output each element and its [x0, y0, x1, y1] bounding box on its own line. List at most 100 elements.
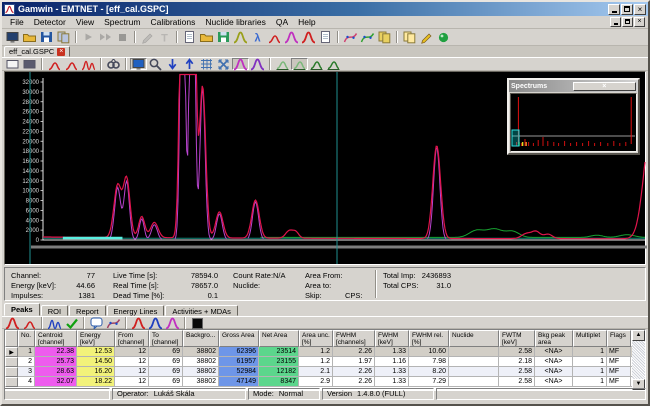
baseline-1-icon[interactable] [274, 58, 291, 70]
child-restore-button[interactable] [622, 17, 633, 27]
table-cell[interactable]: 69 [149, 347, 183, 357]
table-scrollbar[interactable]: ▲ ▼ [632, 330, 645, 390]
tab-activities-mdas[interactable]: Activities + MDAs [165, 305, 238, 316]
peak-fill-icon[interactable] [232, 58, 249, 70]
table-cell[interactable]: MF [607, 347, 631, 357]
menu-calibrations[interactable]: Calibrations [145, 16, 200, 28]
column-header[interactable]: FWTM [keV] [499, 330, 535, 347]
color-box-icon[interactable] [189, 317, 206, 329]
table-cell[interactable]: 38802 [183, 357, 219, 367]
column-header[interactable]: From [channel] [115, 330, 149, 347]
table-cell[interactable]: 22.38 [35, 347, 77, 357]
report-icon[interactable] [317, 30, 334, 45]
tab-roi[interactable]: ROI [41, 305, 68, 316]
column-header[interactable]: Gross Area [219, 330, 259, 347]
table-cell[interactable]: 2.58 [499, 367, 535, 377]
table-cell[interactable]: 8.20 [409, 367, 449, 377]
menu-qa[interactable]: QA [271, 16, 293, 28]
document-tab[interactable]: eff_cal.GSPC × [4, 46, 70, 57]
save-icon[interactable] [38, 30, 55, 45]
copy-icon[interactable] [401, 30, 418, 45]
peak-blue-icon[interactable] [147, 317, 164, 329]
search-binoculars-icon[interactable] [105, 58, 122, 70]
table-cell[interactable]: 69 [149, 357, 183, 367]
table-cell[interactable]: 38802 [183, 367, 219, 377]
table-cell[interactable]: 1 [573, 367, 607, 377]
peak-remove-icon[interactable] [21, 317, 38, 329]
table-cell[interactable]: 12182 [259, 367, 299, 377]
window-normal-icon[interactable] [4, 58, 21, 70]
menu-view[interactable]: View [71, 16, 99, 28]
table-cell[interactable]: 2.18 [499, 357, 535, 367]
table-cell[interactable]: 28.63 [35, 367, 77, 377]
calibration-copy-icon[interactable] [376, 30, 393, 45]
table-cell[interactable]: 1.2 [299, 347, 333, 357]
table-cell[interactable]: 12 [115, 357, 149, 367]
table-cell[interactable]: 61957 [219, 357, 259, 367]
menu-nuclide-libraries[interactable]: Nuclide libraries [200, 16, 270, 28]
peak-delete-icon[interactable] [63, 58, 80, 70]
scale-up-icon[interactable] [181, 58, 198, 70]
peak-add-icon[interactable] [46, 58, 63, 70]
table-cell[interactable]: 1.97 [333, 357, 375, 367]
edit-icon[interactable] [418, 30, 435, 45]
child-close-button[interactable]: × [634, 17, 645, 27]
menu-file[interactable]: File [5, 16, 29, 28]
scale-down-icon[interactable] [164, 58, 181, 70]
expand-x-icon[interactable] [215, 58, 232, 70]
table-cell[interactable]: 1 [573, 347, 607, 357]
column-header[interactable]: Backgro... [183, 330, 219, 347]
column-header[interactable]: Flags [607, 330, 631, 347]
table-cell[interactable]: <NA> [535, 357, 573, 367]
table-cell[interactable]: 2.58 [499, 347, 535, 357]
table-cell[interactable]: MF [607, 367, 631, 377]
detector-connect-icon[interactable] [4, 30, 21, 45]
column-header[interactable]: Area unc. [%] [299, 330, 333, 347]
table-cell[interactable]: 12 [115, 347, 149, 357]
column-header[interactable]: Net Area [259, 330, 299, 347]
save-spectrum-icon[interactable] [215, 30, 232, 45]
close-button[interactable]: × [634, 4, 646, 15]
column-header[interactable]: Centroid [channel] [35, 330, 77, 347]
open-folder-icon[interactable] [21, 30, 38, 45]
nuclide-id-icon[interactable]: λ [249, 30, 266, 45]
table-cell[interactable]: 1.33 [375, 347, 409, 357]
open-spectrum-icon[interactable] [198, 30, 215, 45]
column-header[interactable]: FWHM rel. [%] [409, 330, 449, 347]
column-header[interactable]: FWHM [keV] [375, 330, 409, 347]
menu-spectrum[interactable]: Spectrum [99, 16, 145, 28]
table-cell[interactable]: 25.73 [35, 357, 77, 367]
baseline-4-icon[interactable] [325, 58, 342, 70]
table-cell[interactable] [449, 347, 499, 357]
peak-purple-icon[interactable] [249, 58, 266, 70]
table-cell[interactable]: <NA> [535, 347, 573, 357]
scroll-up-icon[interactable]: ▲ [632, 330, 645, 341]
maximize-button[interactable] [621, 4, 633, 15]
table-cell[interactable]: 23155 [259, 357, 299, 367]
energy-calibration-icon[interactable] [342, 30, 359, 45]
peak-red-icon[interactable] [130, 317, 147, 329]
save-all-icon[interactable] [55, 30, 72, 45]
table-cell[interactable]: 38802 [183, 347, 219, 357]
accept-icon[interactable] [63, 317, 80, 329]
row-selector[interactable] [5, 357, 18, 367]
spectrums-window-titlebar[interactable]: Spectrums × [509, 80, 638, 92]
table-cell[interactable]: 2.26 [333, 347, 375, 357]
column-header[interactable]: Nuclide [449, 330, 499, 347]
table-cell[interactable]: 2 [18, 357, 35, 367]
table-cell[interactable]: 12 [115, 367, 149, 377]
column-header[interactable]: No. [18, 330, 35, 347]
grid-icon[interactable] [198, 58, 215, 70]
tab-energy-lines[interactable]: Energy Lines [107, 305, 165, 316]
table-cell[interactable]: 1.2 [299, 357, 333, 367]
table-cell[interactable]: 1.33 [375, 367, 409, 377]
table-cell[interactable] [449, 357, 499, 367]
fit-curve-icon[interactable] [105, 317, 122, 329]
child-minimize-button[interactable] [610, 17, 621, 27]
spectrums-close-icon[interactable]: × [573, 82, 637, 91]
table-cell[interactable]: 69 [149, 367, 183, 377]
efficiency-calibration-icon[interactable] [359, 30, 376, 45]
title-bar[interactable]: Gamwin - EMTNET - [eff_cal.GSPC] × [2, 2, 648, 16]
peak-search-icon[interactable] [232, 30, 249, 45]
column-header[interactable]: FWHM [channels] [333, 330, 375, 347]
